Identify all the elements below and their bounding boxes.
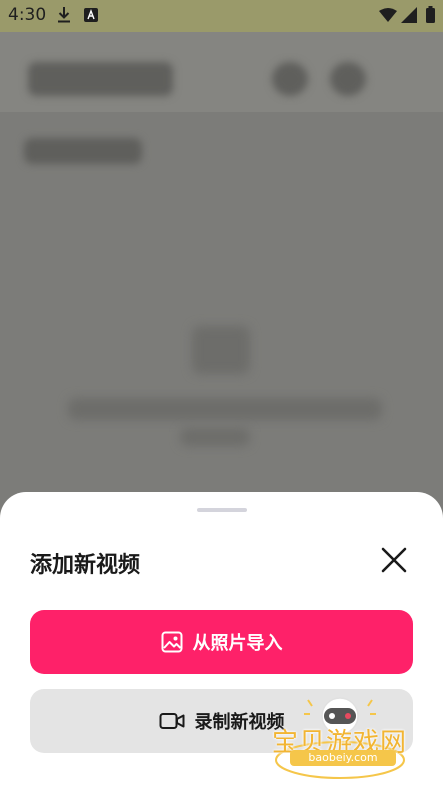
download-icon xyxy=(58,7,70,23)
status-bar: 4:30 xyxy=(0,0,443,32)
background-tab-placeholder xyxy=(24,138,142,164)
background-empty-text-placeholder xyxy=(180,428,250,446)
background-empty-icon-placeholder xyxy=(192,326,250,374)
import-from-photos-button[interactable]: 从照片导入 xyxy=(30,610,413,674)
signal-icon xyxy=(401,7,417,23)
sheet-title: 添加新视频 xyxy=(30,553,141,578)
close-button[interactable] xyxy=(378,544,410,576)
watermark-url: baobeiy.com xyxy=(290,750,396,766)
image-icon xyxy=(161,631,182,653)
app-notification-icon xyxy=(84,8,98,22)
battery-icon xyxy=(426,6,435,23)
background-action-placeholder xyxy=(272,62,308,96)
import-button-label: 从照片导入 xyxy=(192,633,283,654)
close-icon xyxy=(381,547,407,573)
watermark-logo: 宝贝游戏网 baobeiy.com xyxy=(268,690,418,785)
background-content xyxy=(0,112,443,512)
drag-handle[interactable] xyxy=(197,508,247,512)
background-empty-text-placeholder xyxy=(68,398,382,420)
background-action-placeholder xyxy=(330,62,366,96)
video-camera-icon xyxy=(159,713,184,729)
status-time: 4:30 xyxy=(8,5,47,25)
background-title-placeholder xyxy=(28,62,173,96)
wifi-icon xyxy=(379,8,397,22)
